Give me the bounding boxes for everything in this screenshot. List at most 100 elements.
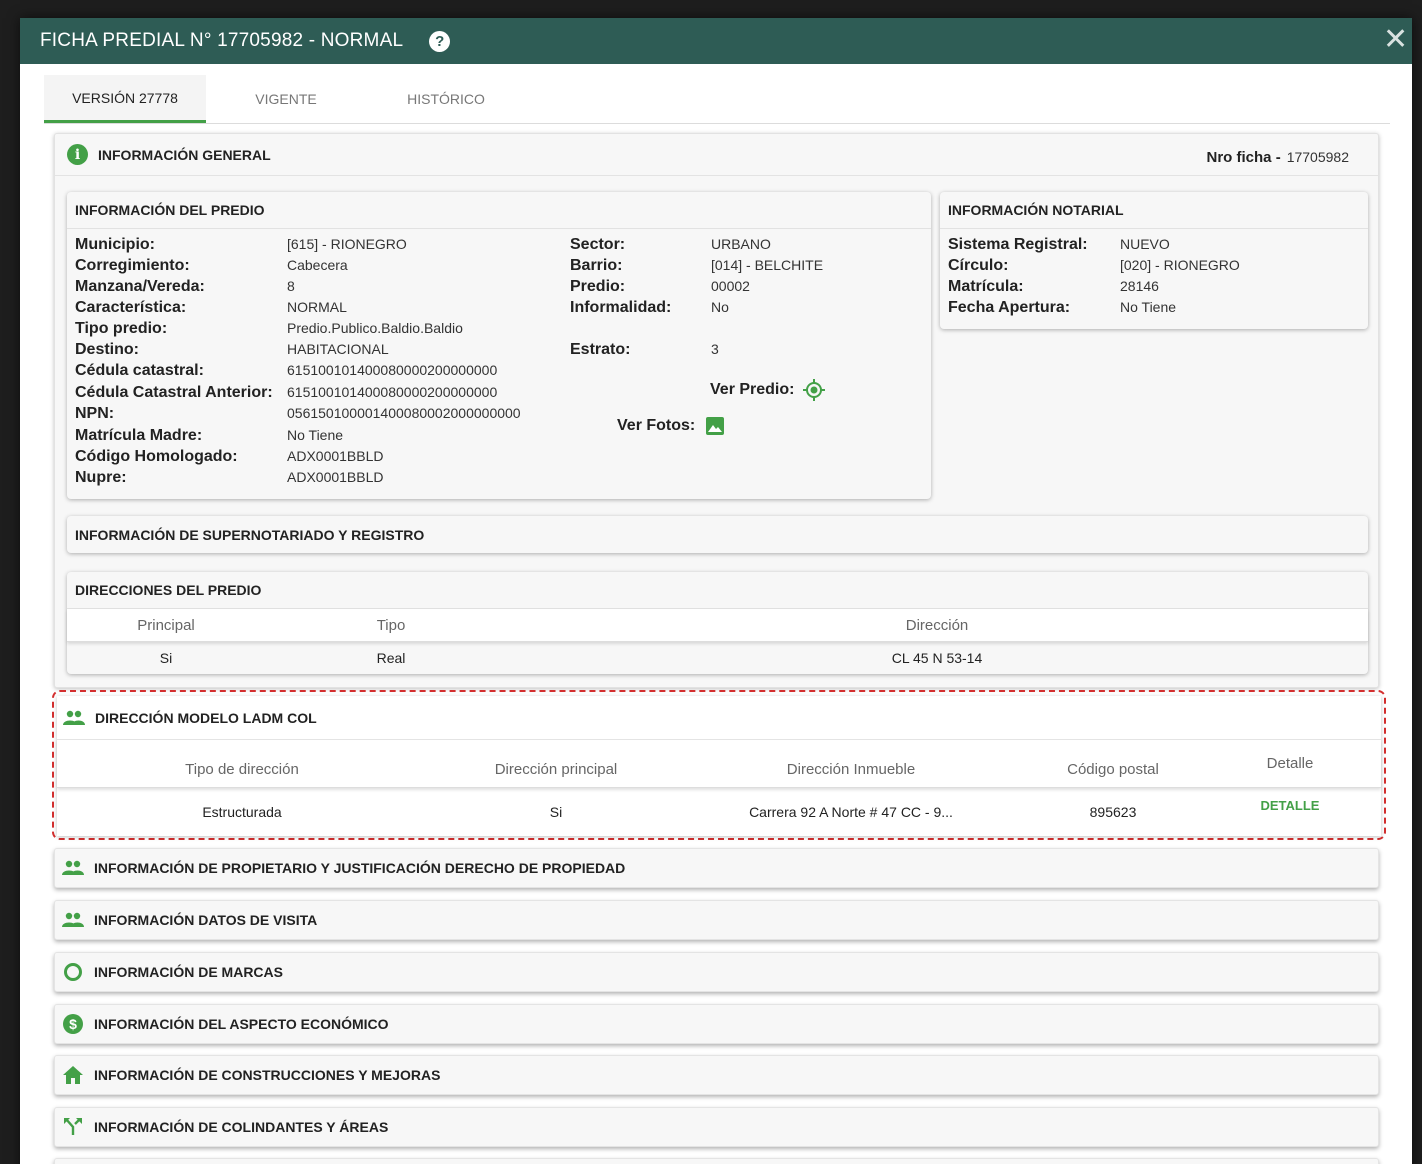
supernotariado-title: INFORMACIÓN DE SUPERNOTARIADO Y REGISTRO bbox=[75, 526, 425, 543]
target-icon[interactable] bbox=[802, 378, 826, 402]
field-label: Destino: bbox=[75, 341, 139, 358]
table-cell: Si bbox=[549, 804, 563, 820]
field-label: Cédula Catastral Anterior: bbox=[75, 384, 273, 401]
tab-historico[interactable]: HISTÓRICO bbox=[366, 75, 526, 123]
ladm-title: DIRECCIÓN MODELO LADM COL bbox=[95, 709, 317, 726]
table-cell: Real bbox=[376, 649, 406, 666]
nro-ficha: Nro ficha -17705982 bbox=[1206, 149, 1349, 166]
section-title: INFORMACIÓN DE PROPIETARIO Y JUSTIFICACI… bbox=[94, 860, 626, 876]
people-icon bbox=[62, 857, 84, 879]
section-marcas[interactable]: INFORMACIÓN DE MARCAS bbox=[54, 952, 1379, 992]
table-row: Si Real CL 45 N 53-14 bbox=[67, 642, 1368, 673]
notarial-info-card: INFORMACIÓN NOTARIAL Sistema Registral: N… bbox=[940, 192, 1368, 329]
field-value: No Tiene bbox=[1120, 299, 1177, 315]
direcciones-title: DIRECCIONES DEL PREDIO bbox=[67, 572, 1368, 609]
detalle-button[interactable]: DETALLE bbox=[1261, 798, 1320, 813]
section-visita[interactable]: INFORMACIÓN DATOS DE VISITA bbox=[54, 900, 1379, 940]
general-info-panel: i INFORMACIÓN GENERAL Nro ficha -1770598… bbox=[54, 133, 1379, 688]
field-label: Municipio: bbox=[75, 236, 155, 253]
ficha-predial-modal: FICHA PREDIAL N° 17705982 - NORMAL ? ✕ V… bbox=[20, 18, 1412, 1164]
supernotariado-card[interactable]: INFORMACIÓN DE SUPERNOTARIADO Y REGISTRO bbox=[67, 516, 1368, 553]
info-icon: i bbox=[67, 144, 88, 165]
direcciones-card: DIRECCIONES DEL PREDIO Principal Tipo Di… bbox=[67, 572, 1368, 674]
table-cell: Si bbox=[159, 649, 173, 666]
help-icon[interactable]: ? bbox=[429, 30, 451, 52]
general-info-title: INFORMACIÓN GENERAL bbox=[98, 146, 271, 163]
field-label: Nupre: bbox=[75, 469, 127, 486]
section-title: INFORMACIÓN DE CONSTRUCCIONES Y MEJORAS bbox=[94, 1067, 441, 1083]
section-title: INFORMACIÓN DE MARCAS bbox=[94, 964, 283, 980]
ladm-header[interactable]: DIRECCIÓN MODELO LADM COL bbox=[57, 696, 1381, 740]
section-next[interactable] bbox=[54, 1158, 1379, 1164]
ladm-panel: DIRECCIÓN MODELO LADM COL Tipo de direcc… bbox=[57, 696, 1381, 836]
modal-title: FICHA PREDIAL N° 17705982 - NORMAL bbox=[40, 30, 404, 51]
field-label: Informalidad: bbox=[570, 299, 672, 316]
field-value: NUEVO bbox=[1120, 236, 1170, 252]
field-value: 3 bbox=[711, 341, 719, 357]
ring-icon bbox=[62, 961, 84, 983]
section-economico[interactable]: $ INFORMACIÓN DEL ASPECTO ECONÓMICO bbox=[54, 1004, 1379, 1044]
field-label: Matrícula Madre: bbox=[75, 427, 203, 444]
notarial-fields: Sistema Registral: NUEVO Círculo: [020] - R… bbox=[948, 234, 1358, 324]
column-header: Código postal bbox=[1067, 761, 1159, 778]
table-cell: 895623 bbox=[1089, 804, 1137, 820]
field-value: No bbox=[711, 299, 729, 315]
field-value: Cabecera bbox=[287, 257, 348, 273]
ver-fotos: Ver Fotos: bbox=[617, 416, 725, 436]
field-label: Predio: bbox=[570, 278, 626, 295]
field-value: [014] - BELCHITE bbox=[711, 257, 824, 273]
table-cell: Estructurada bbox=[202, 804, 282, 820]
detalle-cell: DETALLE bbox=[1209, 797, 1371, 813]
field-value: [615] - RIONEGRO bbox=[287, 236, 407, 252]
predio-info-card: INFORMACIÓN DEL PREDIO Municipio: [615] -… bbox=[67, 192, 931, 499]
tab-version[interactable]: VERSIÓN 27778 bbox=[44, 75, 206, 123]
field-label: Cédula catastral: bbox=[75, 362, 204, 379]
field-label: Código Homologado: bbox=[75, 448, 238, 465]
field-value: 8 bbox=[287, 278, 295, 294]
svg-text:$: $ bbox=[69, 1016, 77, 1032]
close-icon[interactable]: ✕ bbox=[1383, 25, 1408, 55]
field-label: Corregimiento: bbox=[75, 257, 190, 274]
tabs-divider bbox=[44, 123, 1390, 124]
section-propietario[interactable]: INFORMACIÓN DE PROPIETARIO Y JUSTIFICACI… bbox=[54, 848, 1379, 888]
image-icon[interactable] bbox=[705, 416, 725, 436]
section-colindantes[interactable]: INFORMACIÓN DE COLINDANTES Y ÁREAS bbox=[54, 1107, 1379, 1147]
tab-vigente[interactable]: VIGENTE bbox=[206, 75, 366, 123]
field-value: ADX0001BBLD bbox=[287, 448, 384, 464]
field-label: NPN: bbox=[75, 405, 115, 422]
field-value: 28146 bbox=[1120, 278, 1159, 294]
section-title: INFORMACIÓN DE COLINDANTES Y ÁREAS bbox=[94, 1119, 389, 1135]
field-value: URBANO bbox=[711, 236, 771, 252]
column-header: Dirección bbox=[905, 616, 969, 634]
column-header: Tipo de dirección bbox=[185, 761, 299, 778]
predio-info-title: INFORMACIÓN DEL PREDIO bbox=[67, 192, 931, 229]
table-cell: CL 45 N 53-14 bbox=[891, 649, 983, 666]
predio-right-fields: Sector: URBANO Barrio: [014] - BELCHITE Pred… bbox=[570, 234, 920, 374]
field-value: 615100101400080000200000000 bbox=[287, 362, 498, 378]
column-header: Dirección principal bbox=[494, 761, 618, 778]
notarial-info-title: INFORMACIÓN NOTARIAL bbox=[940, 192, 1368, 229]
field-value: [020] - RIONEGRO bbox=[1120, 257, 1240, 273]
version-tabs: VERSIÓN 27778 VIGENTE HISTÓRICO bbox=[44, 75, 526, 123]
column-header: Detalle bbox=[1266, 755, 1314, 772]
field-value: NORMAL bbox=[287, 299, 347, 315]
field-label: Barrio: bbox=[570, 257, 623, 274]
people-icon bbox=[63, 707, 85, 729]
table-cell: Carrera 92 A Norte # 47 CC - 9... bbox=[749, 804, 953, 820]
field-label: Manzana/Vereda: bbox=[75, 278, 205, 295]
section-construcciones[interactable]: INFORMACIÓN DE CONSTRUCCIONES Y MEJORAS bbox=[54, 1055, 1379, 1095]
modal-header: FICHA PREDIAL N° 17705982 - NORMAL ? ✕ bbox=[20, 18, 1412, 64]
dollar-icon: $ bbox=[62, 1013, 84, 1035]
field-label: Tipo predio: bbox=[75, 320, 168, 337]
section-title: INFORMACIÓN DATOS DE VISITA bbox=[94, 912, 318, 928]
field-label: Fecha Apertura: bbox=[948, 299, 1071, 316]
column-header: Tipo bbox=[376, 616, 406, 634]
table-row: Estructurada Si Carrera 92 A Norte # 47 … bbox=[57, 788, 1381, 832]
general-info-header[interactable]: i INFORMACIÓN GENERAL Nro ficha -1770598… bbox=[55, 134, 1378, 176]
column-header: Principal bbox=[137, 616, 195, 634]
people-icon bbox=[62, 909, 84, 931]
predio-left-fields: Municipio: [615] - RIONEGRO Corregimiento:… bbox=[75, 234, 595, 494]
field-value: 056150100001400080002000000000 bbox=[287, 405, 521, 421]
ladm-table-header: Tipo de dirección Dirección principal Di… bbox=[57, 740, 1381, 788]
home-icon bbox=[62, 1064, 84, 1086]
